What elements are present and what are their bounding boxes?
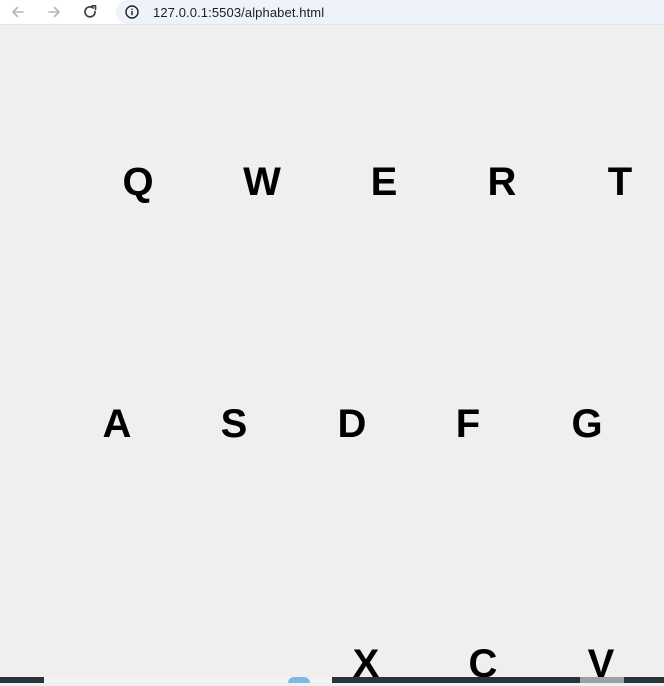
letter-a: A xyxy=(102,402,132,446)
arrow-left-icon xyxy=(12,6,24,18)
arrow-right-icon xyxy=(48,6,60,18)
letter-q: Q xyxy=(122,160,154,204)
letter-w: W xyxy=(243,160,281,204)
letter-s: S xyxy=(220,402,248,446)
taskbar-segment-right xyxy=(580,677,624,683)
back-button[interactable] xyxy=(8,2,28,22)
letter-d: D xyxy=(337,402,367,446)
page-content: Q W E R T A S D F G X C V xyxy=(0,36,664,684)
reload-button[interactable] xyxy=(80,2,100,22)
reload-icon xyxy=(84,4,97,18)
forward-button[interactable] xyxy=(44,2,64,22)
letter-e: E xyxy=(370,160,398,204)
letter-g: G xyxy=(571,402,603,446)
letter-f: F xyxy=(455,402,481,446)
url-text[interactable]: 127.0.0.1:5503/alphabet.html xyxy=(153,5,324,20)
taskbar-app-icon[interactable] xyxy=(288,677,310,683)
info-icon[interactable] xyxy=(125,5,139,19)
letter-t: T xyxy=(607,160,633,204)
address-bar[interactable]: 127.0.0.1:5503/alphabet.html xyxy=(116,0,664,24)
taskbar-strip xyxy=(0,677,664,683)
browser-toolbar: 127.0.0.1:5503/alphabet.html xyxy=(0,0,664,25)
letter-r: R xyxy=(487,160,517,204)
